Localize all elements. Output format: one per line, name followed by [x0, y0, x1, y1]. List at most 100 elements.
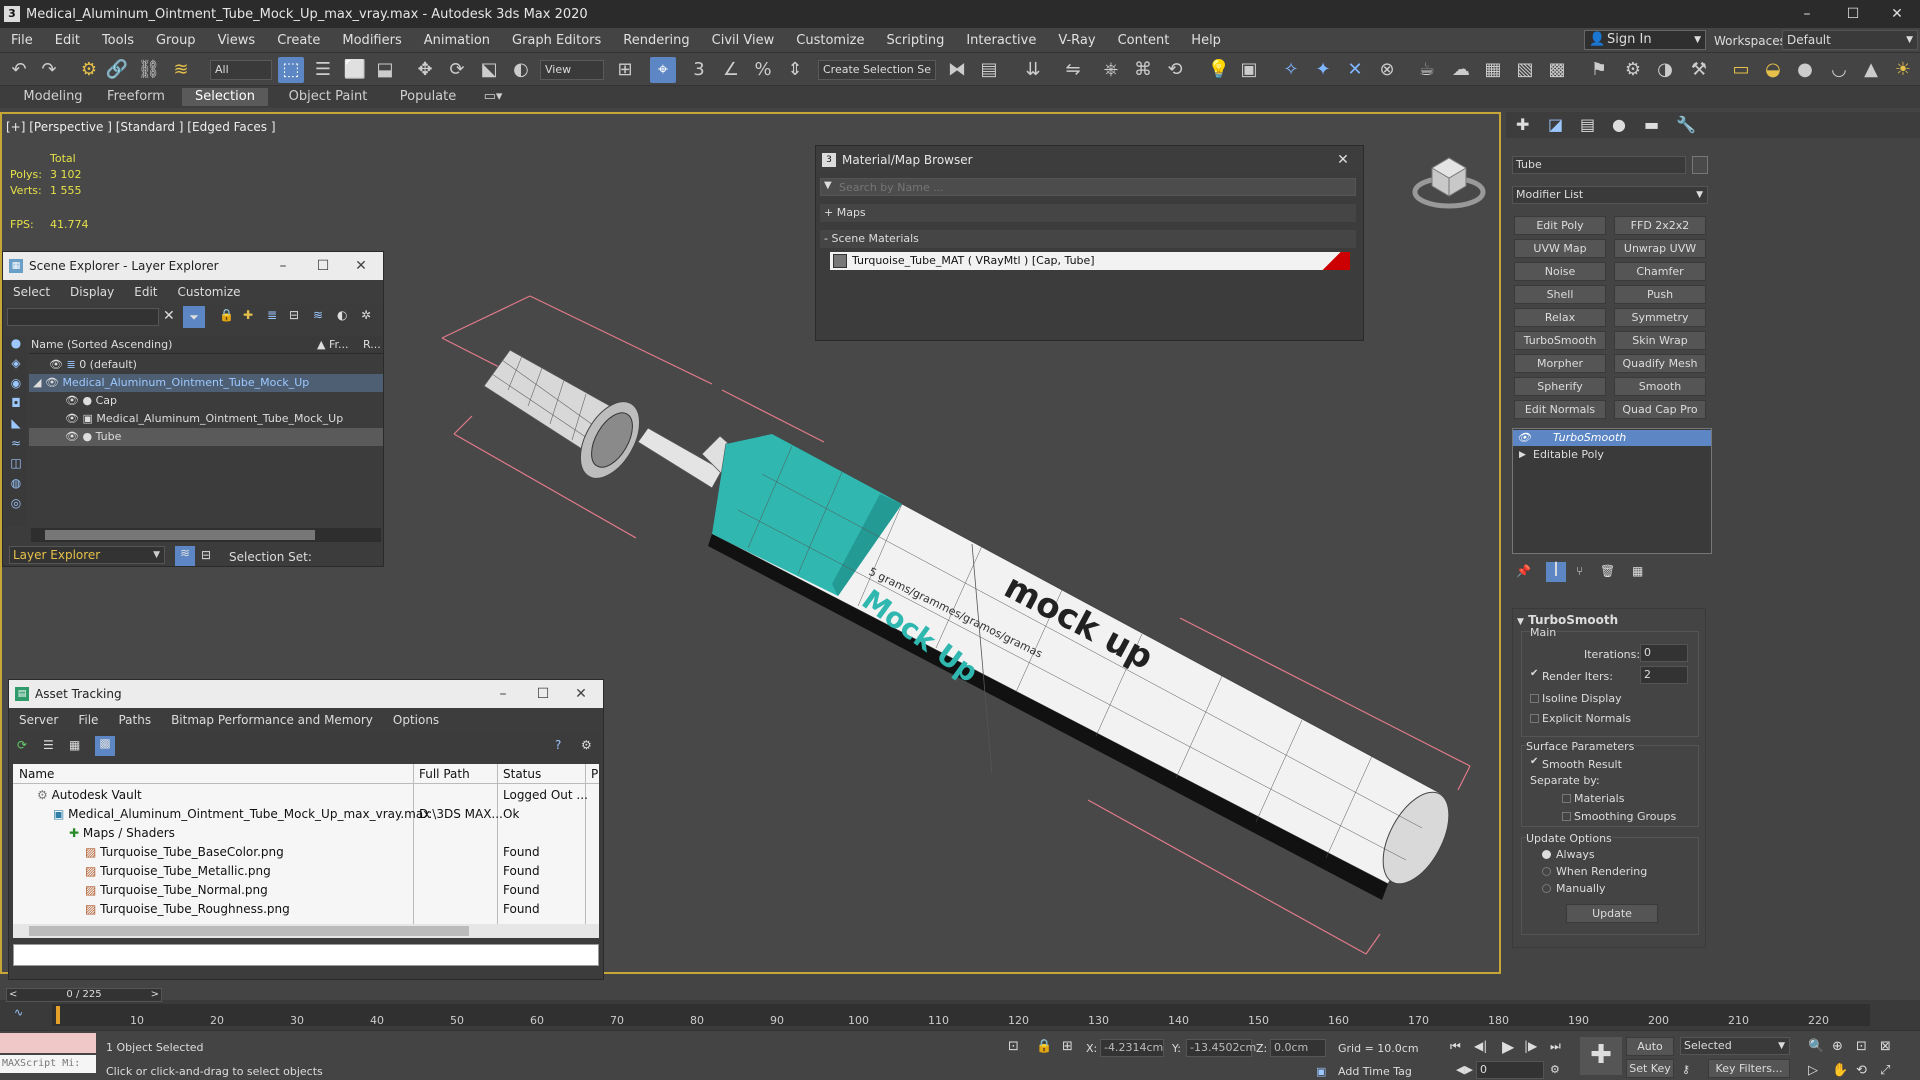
angle-snap-icon[interactable]: ∠: [718, 57, 744, 83]
menu-customize[interactable]: Customize: [785, 33, 875, 48]
modifier-button-relax[interactable]: Relax: [1514, 308, 1606, 327]
filter-cameras-icon[interactable]: ◘: [5, 396, 27, 416]
y-coordinate-field[interactable]: -13.4502cm: [1186, 1039, 1256, 1057]
menu-file[interactable]: File: [68, 713, 108, 727]
material-editor-icon[interactable]: ⟲: [1162, 57, 1188, 83]
modifier-button-edit-normals[interactable]: Edit Normals: [1514, 400, 1606, 419]
time-config-icon[interactable]: ⚙: [1550, 1063, 1560, 1076]
render-frame-icon[interactable]: ▣: [1236, 57, 1262, 83]
utilities-tab-icon[interactable]: 🔧: [1676, 115, 1696, 134]
asset-path-field[interactable]: [13, 944, 599, 966]
current-frame-field[interactable]: 0: [1476, 1061, 1544, 1079]
table-row[interactable]: ✚ Maps / Shaders: [69, 826, 175, 840]
add-time-tag[interactable]: Add Time Tag: [1338, 1065, 1412, 1078]
key-mode-icon[interactable]: ◀▶: [1456, 1063, 1473, 1076]
time-slider-next-icon[interactable]: >: [151, 989, 159, 1001]
layers-icon[interactable]: ≣: [267, 308, 277, 322]
table-row[interactable]: ⚙ Autodesk Vault: [37, 788, 142, 802]
maximize-icon[interactable]: ☐: [525, 680, 561, 708]
maximize-viewport-icon[interactable]: ⤢: [1880, 1063, 1890, 1078]
when-rendering-radio[interactable]: [1542, 867, 1551, 876]
modifier-button-uvw-map[interactable]: UVW Map: [1514, 239, 1606, 258]
scene-materials-group-header[interactable]: - Scene Materials: [820, 230, 1356, 248]
stack-item-editable-poly[interactable]: ▶ Editable Poly: [1513, 447, 1711, 463]
menu-edit[interactable]: Edit: [44, 33, 91, 48]
menu-group[interactable]: Group: [145, 33, 207, 48]
new-layer-icon[interactable]: ✚: [243, 308, 253, 322]
column-full-path[interactable]: Full Path: [419, 767, 470, 781]
modifier-button-quadify-mesh[interactable]: Quadify Mesh: [1614, 354, 1706, 373]
track-bar[interactable]: 10 20 30 40 50 60 70 80 90 100 110 120 1…: [52, 1004, 1870, 1027]
isolate-selection-icon[interactable]: ⊡: [1008, 1039, 1019, 1054]
teapot-icon[interactable]: ☕: [1414, 57, 1440, 83]
close-icon[interactable]: ✕: [1325, 146, 1361, 174]
key-filters-button[interactable]: Key Filters...: [1708, 1059, 1790, 1078]
column-render[interactable]: R...: [363, 338, 381, 351]
link-icon[interactable]: 🔗: [104, 57, 130, 83]
modifier-button-chamfer[interactable]: Chamfer: [1614, 262, 1706, 281]
isoline-display-checkbox[interactable]: [1530, 694, 1539, 703]
stack-item-turbosmooth[interactable]: 👁 TurboSmooth: [1513, 430, 1711, 446]
column-status[interactable]: Status: [503, 767, 541, 781]
menu-customize[interactable]: Customize: [168, 285, 251, 299]
filter-icon[interactable]: ⏷: [183, 306, 205, 328]
tab-object-paint[interactable]: Object Paint: [280, 88, 376, 106]
table-row[interactable]: ▨ Turquoise_Tube_Roughness.png: [85, 902, 290, 916]
menu-animation[interactable]: Animation: [413, 33, 501, 48]
remove-modifier-icon[interactable]: 🗑: [1600, 564, 1615, 578]
horizontal-scrollbar[interactable]: [31, 528, 381, 542]
filter-helpers-icon[interactable]: ◣: [5, 416, 27, 436]
collapse-arrow-icon[interactable]: ▼: [1517, 617, 1524, 627]
scrollbar-thumb[interactable]: [29, 926, 469, 936]
modifier-button-shell[interactable]: Shell: [1514, 285, 1606, 304]
sphere-icon[interactable]: ●: [1792, 57, 1818, 83]
select-link-icon[interactable]: ⚙: [76, 57, 102, 83]
dome-icon[interactable]: ◒: [1760, 57, 1786, 83]
scene-explorer-titlebar[interactable]: ▦ Scene Explorer - Layer Explorer – ☐ ✕: [3, 252, 383, 280]
key-icon[interactable]: ⚷: [1682, 1063, 1690, 1076]
maps-group-header[interactable]: + Maps: [820, 204, 1356, 222]
eye-icon[interactable]: 👁: [65, 412, 79, 425]
display-tab-icon[interactable]: ▬: [1644, 115, 1659, 134]
minimize-icon[interactable]: –: [485, 680, 521, 708]
render-production-icon[interactable]: ▩: [1544, 57, 1570, 83]
cone-icon[interactable]: ▲: [1858, 57, 1884, 83]
settings-icon[interactable]: ⚒: [1686, 57, 1712, 83]
time-tag-icon[interactable]: ▣: [1316, 1065, 1326, 1078]
curve-toggle-icon[interactable]: ∿: [14, 1006, 23, 1019]
refresh-icon[interactable]: ⟳: [17, 738, 27, 752]
checkbox-checked-icon[interactable]: ✔: [1530, 668, 1538, 679]
options-icon[interactable]: ✲: [361, 308, 371, 322]
menu-create[interactable]: Create: [266, 33, 331, 48]
close-icon[interactable]: ✕: [563, 680, 599, 708]
menu-server[interactable]: Server: [9, 713, 68, 727]
vault-icon[interactable]: ⚙: [581, 738, 592, 752]
pin-stack-icon[interactable]: 📌: [1516, 564, 1531, 578]
play-icon[interactable]: ▶: [1502, 1037, 1514, 1056]
tab-modeling[interactable]: Modeling: [10, 88, 96, 106]
display-icon[interactable]: ◐: [337, 308, 347, 322]
menu-help[interactable]: Help: [1180, 33, 1232, 48]
motion-tab-icon[interactable]: ●: [1612, 115, 1626, 134]
align-icon[interactable]: ▤: [976, 57, 1002, 83]
menu-vray[interactable]: V-Ray: [1047, 33, 1106, 48]
expand-arrow-icon[interactable]: ◢: [33, 376, 41, 389]
time-slider-prev-icon[interactable]: <: [9, 989, 17, 1001]
sun-icon[interactable]: ☀: [1890, 57, 1916, 83]
maximize-icon[interactable]: ☐: [305, 252, 341, 280]
eye-icon[interactable]: 👁: [65, 430, 79, 443]
update-button[interactable]: Update: [1566, 904, 1658, 923]
plane-icon[interactable]: ▭: [1728, 57, 1754, 83]
filter-groups-icon[interactable]: ◫: [5, 456, 27, 476]
show-end-result-icon[interactable]: ┃: [1546, 562, 1566, 582]
modifier-list-dropdown[interactable]: Modifier List ▼: [1512, 186, 1708, 204]
unlink-icon[interactable]: ⛓: [136, 57, 162, 83]
field-of-view-icon[interactable]: ▷: [1808, 1063, 1818, 1078]
menu-civil-view[interactable]: Civil View: [701, 33, 786, 48]
column-freeze[interactable]: ▲ Fr...: [317, 338, 349, 351]
horizontal-scrollbar[interactable]: [13, 924, 599, 938]
iterations-spinner[interactable]: 0: [1640, 644, 1688, 662]
menu-content[interactable]: Content: [1107, 33, 1181, 48]
set-key-button[interactable]: Set Key: [1626, 1059, 1674, 1078]
x-coordinate-field[interactable]: -4.2314cm: [1100, 1039, 1164, 1057]
